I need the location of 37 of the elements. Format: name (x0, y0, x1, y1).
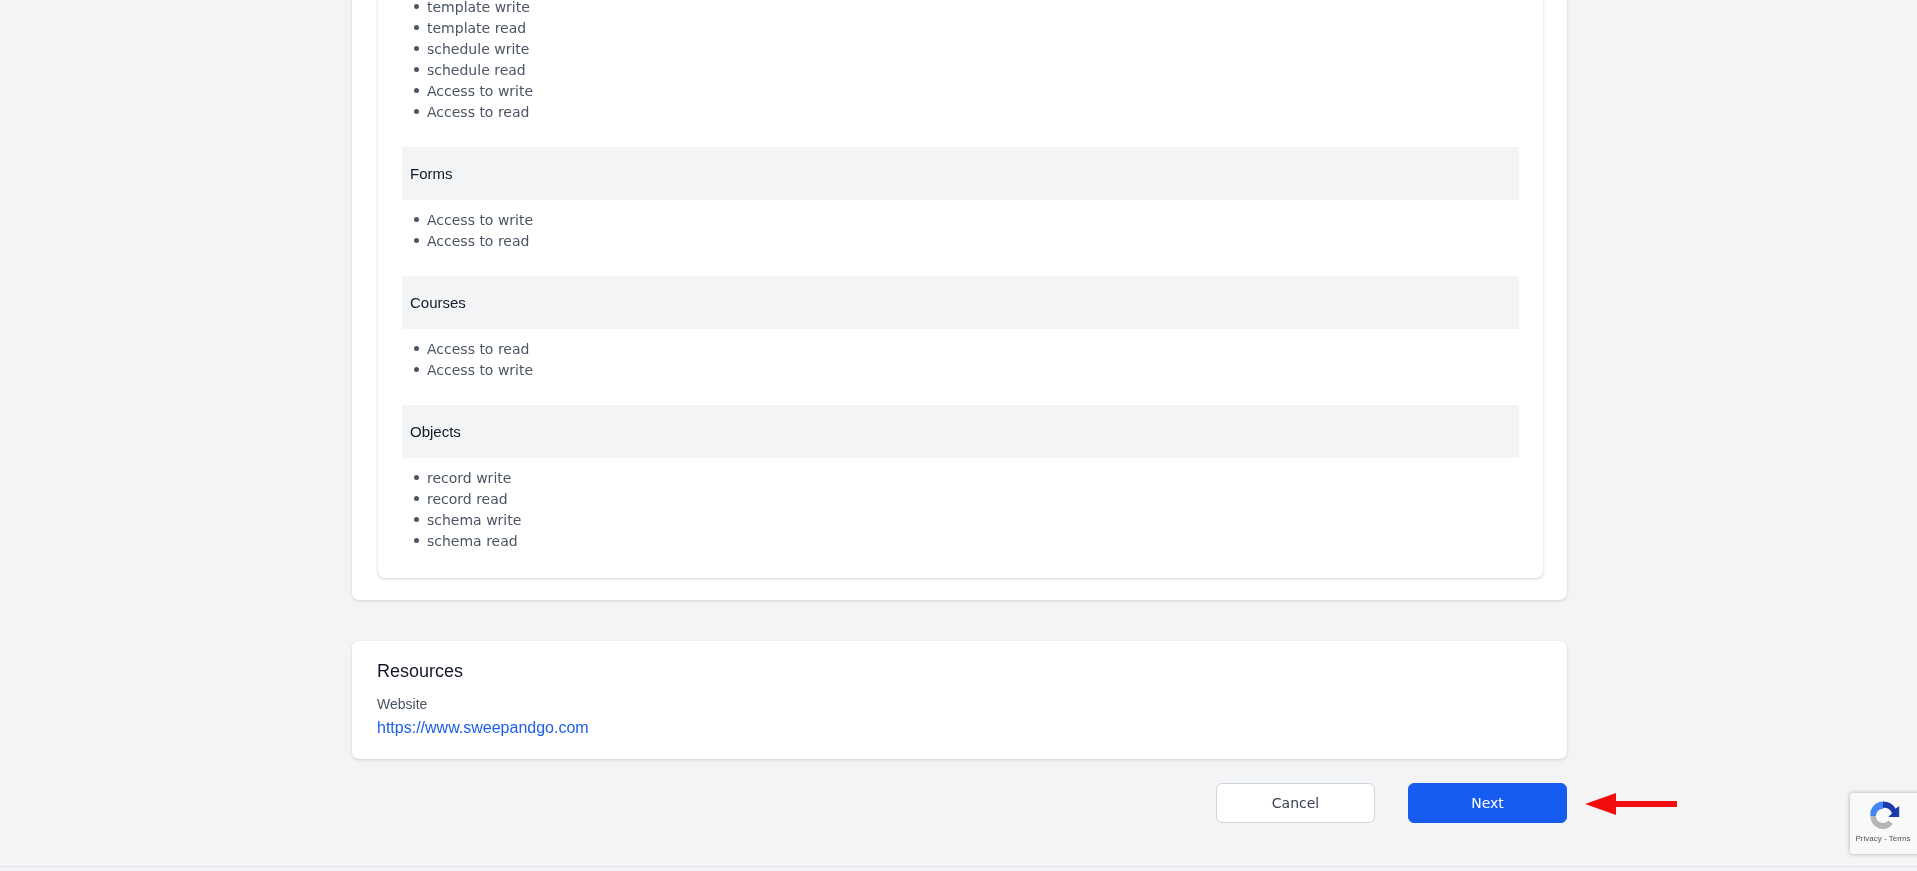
permission-item: schema write (427, 511, 522, 528)
bullet-icon (414, 25, 419, 30)
bullet-icon (414, 538, 419, 543)
permission-item: record write (427, 469, 512, 486)
permission-item: schedule read (427, 61, 526, 78)
field-label: Website (377, 696, 429, 712)
permission-item: Access to write (427, 211, 534, 228)
bullet-icon (414, 109, 419, 114)
section-header: Forms (402, 147, 1519, 200)
section-header: Courses (402, 276, 1519, 329)
permission-item: Access to read (427, 340, 530, 357)
permission-item: Access to write (427, 361, 534, 378)
cancel-button[interactable]: Cancel (1216, 783, 1375, 823)
bullet-icon (414, 67, 419, 72)
permission-item: template write (427, 0, 530, 15)
permission-item: schedule write (427, 40, 530, 57)
section-header: Objects (402, 405, 1519, 458)
bullet-icon (414, 238, 419, 243)
section-title: Resources (377, 661, 465, 682)
permission-item: Access to read (427, 103, 530, 120)
permission-item: Access to write (427, 82, 534, 99)
bullet-icon (414, 46, 419, 51)
next-button[interactable]: Next (1408, 783, 1567, 823)
bullet-icon (414, 4, 419, 9)
permission-item: record read (427, 490, 508, 507)
bullet-icon (414, 517, 419, 522)
permission-item: template read (427, 19, 527, 36)
bullet-icon (414, 367, 419, 372)
website-link[interactable]: https://www.sweepandgo.com (377, 719, 589, 737)
bullet-icon (414, 88, 419, 93)
bullet-icon (414, 496, 419, 501)
permission-item: schema read (427, 532, 518, 549)
bullet-icon (414, 475, 419, 480)
privacy-terms-text: Privacy - Terms (1855, 834, 1911, 843)
bullet-icon (414, 346, 419, 351)
permission-item: Access to read (427, 232, 530, 249)
bullet-icon (414, 217, 419, 222)
